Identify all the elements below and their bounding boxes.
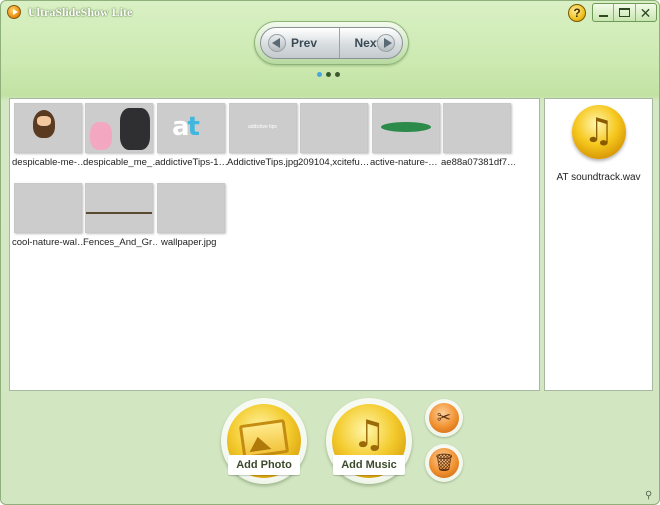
photo-thumbnail — [85, 183, 153, 233]
music-list-panel[interactable]: ♫ AT soundtrack.wav — [544, 98, 653, 391]
photo-item[interactable]: at addictiveTips-1… — [155, 103, 229, 168]
photo-caption: addictiveTips-1… — [155, 157, 229, 168]
app-window: UltraSlideShow Lite ? ✕ Prev Next despic — [0, 0, 660, 505]
maximize-icon — [619, 8, 631, 17]
photo-thumbnail — [157, 183, 225, 233]
music-caption: AT soundtrack.wav — [556, 172, 641, 183]
arrow-left-icon — [268, 34, 286, 52]
photo-thumbnail — [229, 103, 297, 153]
photo-thumbnail — [14, 183, 82, 233]
settings-button[interactable]: ✂ — [425, 399, 463, 437]
add-music-button[interactable]: ♫ Add Music — [326, 398, 412, 484]
photo-caption: 209104,xcitefu… — [298, 157, 370, 168]
navigation-bar: Prev Next — [254, 21, 409, 65]
resize-grip-icon[interactable]: ⚲ — [645, 491, 655, 501]
trash-icon: 🗑 — [429, 448, 459, 478]
add-music-label: Add Music — [333, 455, 405, 475]
photo-list-panel[interactable]: despicable-me-… despicable_me_… at addic… — [9, 98, 540, 391]
photo-item[interactable]: Fences_And_Gr… — [83, 183, 157, 248]
help-button[interactable]: ? — [568, 4, 586, 22]
title-bar[interactable]: UltraSlideShow Lite ? ✕ — [1, 1, 659, 23]
photo-caption: despicable-me-… — [12, 157, 86, 168]
add-photo-label: Add Photo — [228, 455, 300, 475]
thumbnail-logo: at — [172, 112, 200, 142]
photo-caption: AddictiveTips.jpg — [227, 157, 299, 168]
photo-caption: despicable_me_… — [83, 157, 157, 168]
photo-caption: wallpaper.jpg — [161, 237, 217, 248]
photo-thumbnail: at — [157, 103, 225, 153]
photo-thumbnail — [372, 103, 440, 153]
photo-caption: active-nature-… — [370, 157, 438, 168]
minimize-button[interactable] — [593, 4, 615, 21]
photo-thumbnail — [300, 103, 368, 153]
prev-button[interactable]: Prev — [261, 28, 340, 58]
prev-button-label: Prev — [291, 36, 318, 50]
photo-thumbnail — [443, 103, 511, 153]
photo-item[interactable]: ae88a07381df7… — [441, 103, 515, 168]
maximize-button[interactable] — [614, 4, 636, 21]
photo-item[interactable]: cool-nature-wal… — [12, 183, 86, 248]
photo-item[interactable]: active-nature-… — [370, 103, 442, 168]
page-indicator — [317, 72, 340, 77]
app-logo-icon — [7, 5, 21, 19]
photo-thumbnail — [14, 103, 82, 153]
page-dot-1[interactable] — [317, 72, 322, 77]
nav-button-group: Prev Next — [260, 27, 403, 59]
minimize-icon — [599, 15, 608, 17]
music-note-icon: ♫ — [571, 105, 626, 159]
music-item[interactable]: ♫ AT soundtrack.wav — [545, 105, 652, 183]
page-dot-2[interactable] — [326, 72, 331, 77]
photo-item[interactable]: despicable_me_… — [83, 103, 157, 168]
add-photo-button[interactable]: Add Photo — [221, 398, 307, 484]
photo-caption: ae88a07381df7… — [441, 157, 515, 168]
photo-item[interactable]: despicable-me-… — [12, 103, 86, 168]
close-button[interactable]: ✕ — [636, 4, 656, 21]
photo-item[interactable]: AddictiveTips.jpg — [227, 103, 299, 168]
photo-thumbnail — [85, 103, 153, 153]
photo-caption: cool-nature-wal… — [12, 237, 86, 248]
arrow-right-icon — [377, 34, 395, 52]
close-icon: ✕ — [639, 5, 652, 21]
next-button[interactable]: Next — [340, 28, 403, 58]
photo-item[interactable]: 209104,xcitefu… — [298, 103, 370, 168]
page-dot-3[interactable] — [335, 72, 340, 77]
photo-caption: Fences_And_Gr… — [83, 237, 157, 248]
photo-item[interactable]: wallpaper.jpg — [155, 183, 227, 248]
delete-button[interactable]: 🗑 — [425, 444, 463, 482]
app-title: UltraSlideShow Lite — [28, 5, 133, 19]
tools-icon: ✂ — [429, 403, 459, 433]
window-controls: ✕ — [592, 3, 657, 22]
